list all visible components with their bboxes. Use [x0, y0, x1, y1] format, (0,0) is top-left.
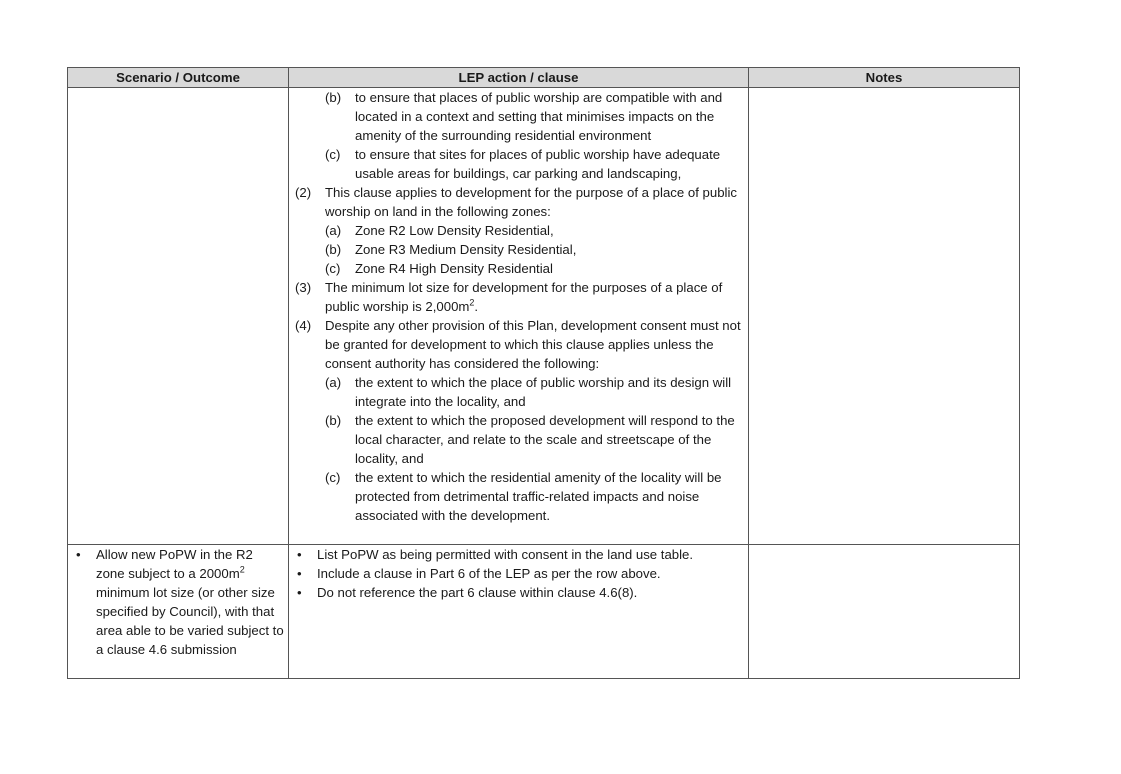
clause-item: (4) Despite any other provision of this P…	[293, 316, 744, 373]
bullet-icon	[293, 583, 317, 602]
clause-item: (b) Zone R3 Medium Density Residential,	[293, 240, 744, 259]
clause-label: (3)	[295, 280, 312, 295]
header-row: Scenario / Outcome LEP action / clause N…	[67, 67, 1020, 88]
bullet-icon	[293, 545, 317, 564]
clause-text: to ensure that sites for places of publi…	[355, 147, 721, 181]
scenario-text: Allow new PoPW in the R2 zone subject to…	[96, 545, 284, 659]
clause-label: (b)	[325, 242, 342, 257]
clause-item: (3) The minimum lot size for development …	[293, 278, 744, 316]
header-clause: LEP action / clause	[288, 67, 749, 88]
clause-label: (b)	[325, 413, 342, 428]
clause-text: the extent to which the residential amen…	[355, 470, 722, 523]
bullet-icon	[72, 545, 96, 564]
clause-label: (2)	[295, 185, 312, 200]
clause-label: (c)	[325, 261, 341, 276]
scenario-cell: Allow new PoPW in the R2 zone subject to…	[67, 544, 289, 679]
clause-item: (b) to ensure that places of public worsh…	[293, 88, 744, 145]
superscript: 2	[469, 297, 475, 308]
clause-text: Zone R4 High Density Residential	[355, 261, 553, 276]
action-text: Include a clause in Part 6 of the LEP as…	[317, 566, 661, 581]
clause-text: Zone R3 Medium Density Residential,	[355, 242, 577, 257]
list-item: List PoPW as being permitted with consen…	[293, 545, 744, 564]
clause-text: the extent to which the place of public …	[355, 375, 732, 409]
actions-cell: List PoPW as being permitted with consen…	[288, 544, 749, 679]
clause-item: (b) the extent to which the proposed deve…	[293, 411, 744, 468]
scenario-cell	[67, 87, 289, 545]
table-row: (b) to ensure that places of public worsh…	[67, 87, 1020, 545]
header-notes: Notes	[748, 67, 1020, 88]
clause-item: (a) Zone R2 Low Density Residential,	[293, 221, 744, 240]
clause-cell: (b) to ensure that places of public worsh…	[288, 87, 749, 545]
notes-cell	[748, 87, 1020, 545]
action-text: Do not reference the part 6 clause withi…	[317, 585, 638, 600]
clause-text: the extent to which the proposed develop…	[355, 413, 735, 466]
table-row: Allow new PoPW in the R2 zone subject to…	[67, 544, 1020, 679]
clause-item: (a) the extent to which the place of publ…	[293, 373, 744, 411]
clause-text: Zone R2 Low Density Residential,	[355, 223, 554, 238]
clause-item: (2) This clause applies to development fo…	[293, 183, 744, 221]
clause-label: (a)	[325, 223, 342, 238]
clause-label: (c)	[325, 147, 341, 162]
superscript: 2	[239, 564, 245, 575]
clause-label: (c)	[325, 470, 341, 485]
action-text: List PoPW as being permitted with consen…	[317, 547, 694, 562]
clause-text: to ensure that places of public worship …	[355, 90, 723, 143]
clause-text: The minimum lot size for development for…	[325, 280, 723, 314]
list-item: Allow new PoPW in the R2 zone subject to…	[72, 545, 284, 659]
notes-cell	[748, 544, 1020, 679]
header-scenario: Scenario / Outcome	[67, 67, 289, 88]
list-item: Do not reference the part 6 clause withi…	[293, 583, 744, 602]
clause-label: (4)	[295, 318, 312, 333]
scenario-text-end: minimum lot size (or other size specifie…	[96, 585, 284, 657]
bullet-icon	[293, 564, 317, 583]
clause-text: Despite any other provision of this Plan…	[325, 318, 741, 371]
scenario-text-start: Allow new PoPW in the R2 zone subject to…	[96, 547, 253, 581]
clause-item: (c) to ensure that sites for places of pu…	[293, 145, 744, 183]
clause-label: (a)	[325, 375, 342, 390]
actions-list: List PoPW as being permitted with consen…	[293, 545, 744, 602]
clause-item: (c) Zone R4 High Density Residential	[293, 259, 744, 278]
clause-item: (c) the extent to which the residential a…	[293, 468, 744, 525]
clause-text: This clause applies to development for t…	[325, 185, 737, 219]
list-item: Include a clause in Part 6 of the LEP as…	[293, 564, 744, 583]
clause-table: Scenario / Outcome LEP action / clause N…	[67, 67, 1020, 679]
clause-label: (b)	[325, 90, 342, 105]
scenario-list: Allow new PoPW in the R2 zone subject to…	[72, 545, 284, 659]
